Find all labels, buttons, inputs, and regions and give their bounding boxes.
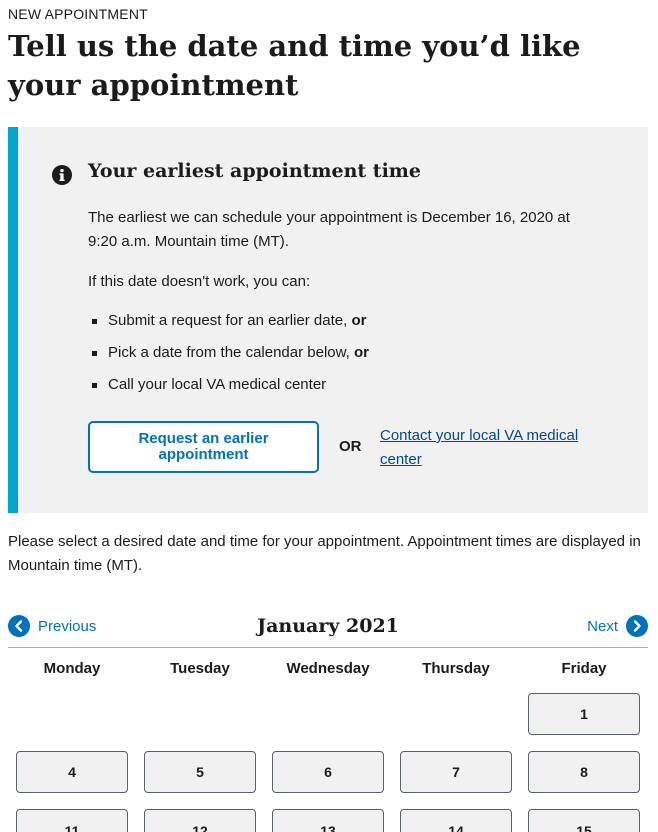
option-suffix: or — [353, 344, 369, 361]
calendar-day-button[interactable]: 6 — [272, 751, 384, 793]
calendar-day-button[interactable]: 13 — [272, 809, 384, 832]
info-alert: Your earliest appointment time The earli… — [8, 127, 648, 513]
chevron-right-icon — [626, 615, 648, 637]
calendar-day-button[interactable]: 8 — [528, 751, 640, 793]
weekday-wednesday: Wednesday — [286, 660, 370, 677]
calendar-day-button[interactable]: 7 — [400, 751, 512, 793]
page-title: Tell us the date and time you’d like you… — [8, 29, 581, 102]
weekday-friday: Friday — [561, 660, 607, 677]
eyebrow-label: NEW APPOINTMENT — [8, 6, 148, 22]
calendar-day-button[interactable]: 4 — [16, 751, 128, 793]
option-text: Submit a request for an earlier date, — [108, 312, 352, 329]
list-item: Pick a date from the calendar below, or — [88, 341, 369, 373]
info-icon — [52, 165, 72, 185]
bullet-icon — [92, 383, 97, 388]
list-item: Call your local VA medical center — [88, 373, 369, 405]
calendar-day-button[interactable]: 1 — [528, 693, 640, 735]
bullet-icon — [92, 319, 97, 324]
option-text: Pick a date from the calendar below, — [108, 344, 354, 361]
weekday-monday: Monday — [43, 660, 101, 677]
weekday-tuesday: Tuesday — [170, 660, 230, 677]
calendar-weekday-header: Monday Tuesday Wednesday Thursday Friday — [8, 660, 648, 682]
option-text: Call your local VA medical center — [108, 376, 327, 393]
option-suffix: or — [351, 312, 367, 329]
weekday-thursday: Thursday — [422, 660, 490, 677]
next-label: Next — [587, 617, 618, 635]
calendar-navigation: Previous January 2021 Next — [8, 612, 648, 648]
list-item: Submit a request for an earlier date, or — [88, 309, 369, 341]
alert-body: The earliest we can schedule your appoin… — [88, 209, 570, 250]
calendar-day-button[interactable]: 5 — [144, 751, 256, 793]
alert-heading: Your earliest appointment time — [88, 160, 421, 182]
or-label: OR — [339, 438, 362, 455]
request-earlier-appointment-button[interactable]: Request an earlier appointment — [88, 421, 319, 473]
alert-options-list: Submit a request for an earlier date, or… — [88, 309, 369, 405]
instructions-text: Please select a desired date and time fo… — [8, 533, 641, 574]
calendar-day-button[interactable]: 11 — [16, 809, 128, 832]
alert-options-intro: If this date doesn't work, you can: — [88, 273, 311, 290]
calendar-day-button[interactable]: 14 — [400, 809, 512, 832]
calendar-day-button[interactable]: 12 — [144, 809, 256, 832]
contact-va-medical-center-link[interactable]: Contact your local VA medical center — [380, 424, 600, 472]
calendar-month-title: January 2021 — [257, 615, 399, 637]
calendar-day-button[interactable]: 15 — [528, 809, 640, 832]
bullet-icon — [92, 351, 97, 356]
next-month-button[interactable]: Next — [587, 615, 648, 637]
